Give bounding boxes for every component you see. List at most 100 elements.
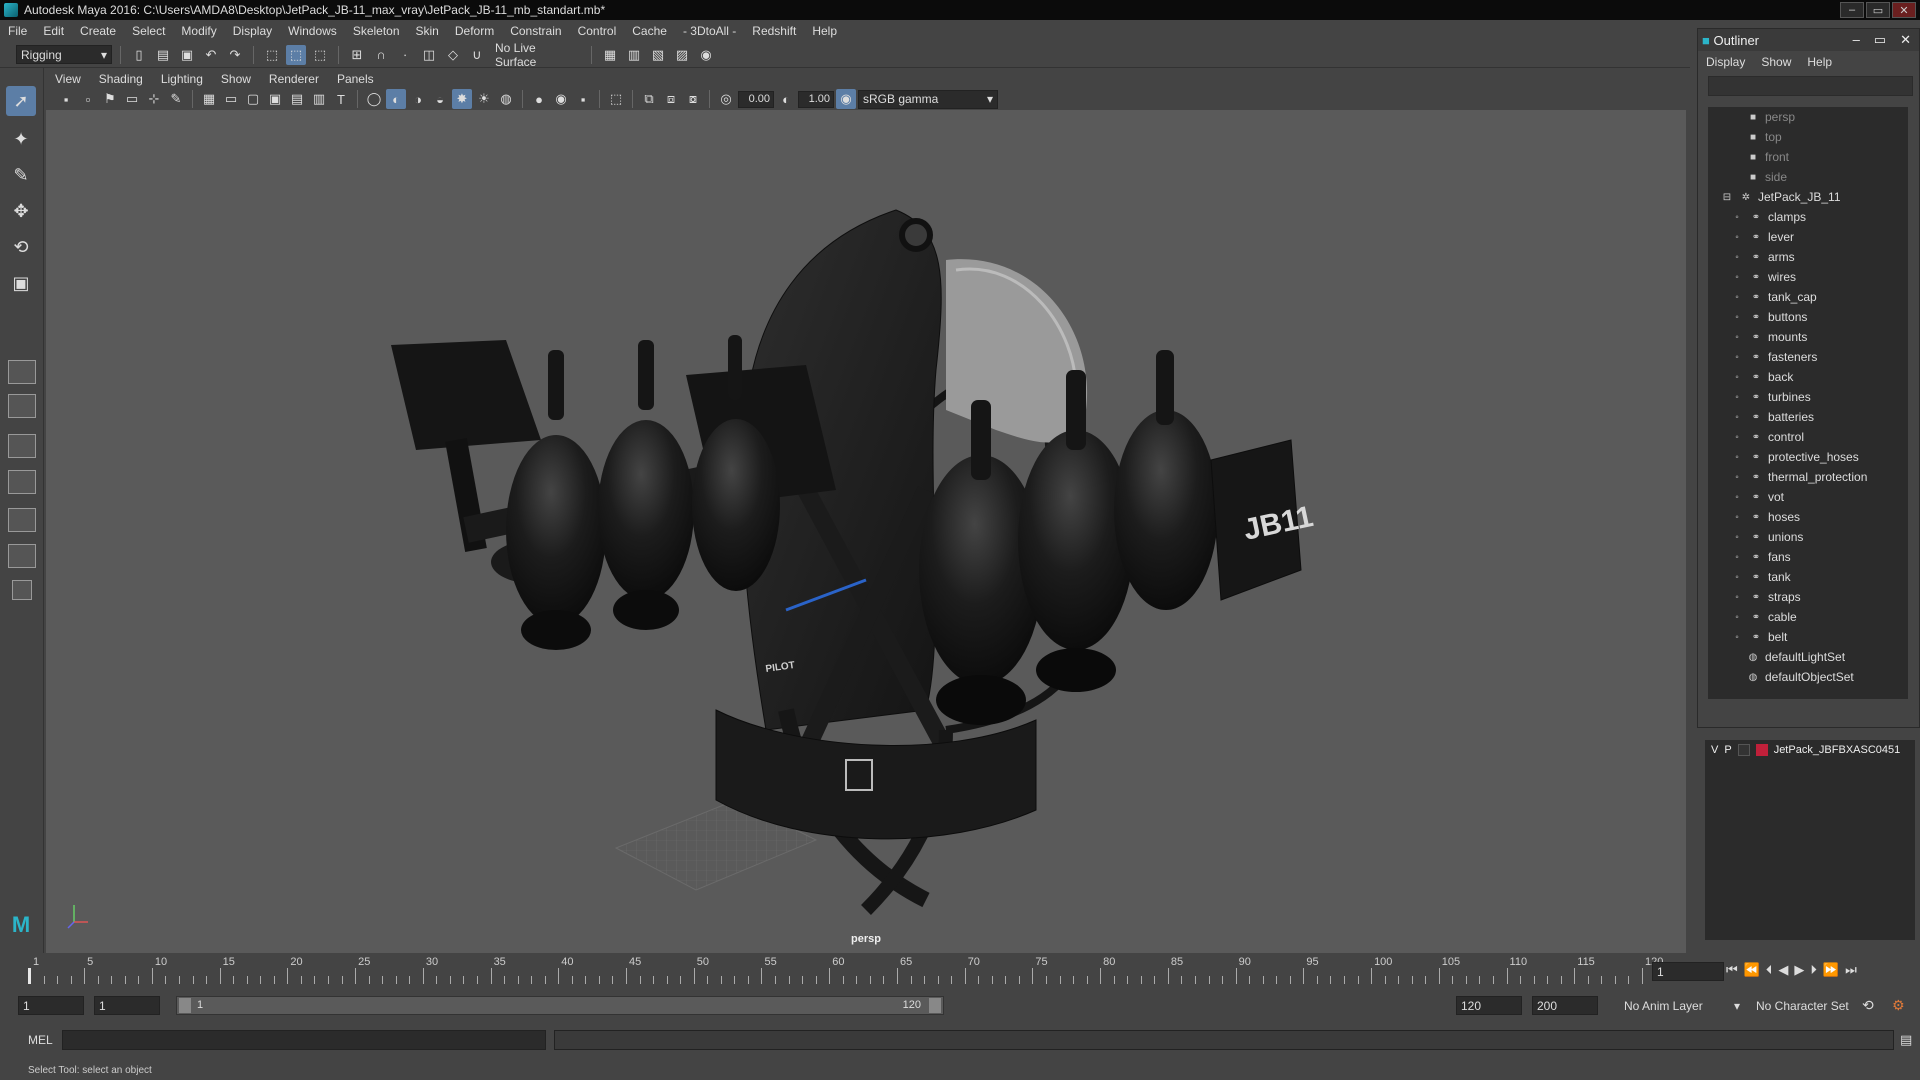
range-slider[interactable]: 1 120 [176,996,944,1015]
use-all-lights-icon[interactable]: ✸ [452,89,472,109]
new-scene-icon[interactable]: ▯ [129,45,149,65]
tree-branch-icon[interactable]: ◦ [1730,370,1744,384]
outliner-item[interactable]: ◦ ⚭ belt [1708,627,1908,647]
outliner-item[interactable]: ◦ ⚭ wires [1708,267,1908,287]
outliner-item[interactable]: ◦ ⚭ hoses [1708,507,1908,527]
tree-branch-icon[interactable]: ◦ [1730,250,1744,264]
select-component-icon[interactable]: ⬚ [310,45,330,65]
scale-tool-icon[interactable]: ▣ [6,268,36,298]
tree-branch-icon[interactable]: ◦ [1730,450,1744,464]
persp-outliner-layout-icon[interactable] [8,434,36,458]
outliner-item[interactable]: ◦ ⚭ fans [1708,547,1908,567]
hypershade-layout-icon[interactable] [8,508,36,532]
layer-row[interactable]: V P JetPack_JBFBXASC0451 [1705,740,1915,760]
resolution-gate-icon[interactable]: ▢ [243,89,263,109]
step-forward-key-icon[interactable]: ⏵ [1810,962,1817,978]
range-end-handle[interactable] [929,998,941,1013]
outliner-item[interactable]: ◦ ⚭ mounts [1708,327,1908,347]
tree-branch-icon[interactable]: ◦ [1730,530,1744,544]
depth-of-field-icon[interactable]: ▪ [573,89,593,109]
tree-branch-icon[interactable]: ◦ [1730,490,1744,504]
range-start-handle[interactable] [179,998,191,1013]
close-icon[interactable]: ✕ [1900,32,1911,48]
grid-toggle-icon[interactable]: ▦ [199,89,219,109]
panel-menu-item[interactable]: Shading [90,72,152,86]
wireframe-icon[interactable]: ◯ [364,89,384,109]
anim-layer-dropdown[interactable]: No Anim Layer ▾ [1620,996,1744,1015]
tree-branch-icon[interactable]: ◦ [1730,470,1744,484]
outliner-item[interactable]: ◦ ⚭ unions [1708,527,1908,547]
four-view-layout-icon[interactable] [8,394,36,418]
outliner-item[interactable]: ◍ defaultObjectSet [1708,667,1908,687]
menu-set-dropdown[interactable]: Rigging ▾ [16,45,112,64]
camera-attributes-icon[interactable]: ▫ [78,89,98,109]
menu-item[interactable]: Display [225,24,280,38]
undo-icon[interactable]: ↶ [201,45,221,65]
tree-branch-icon[interactable]: ◦ [1730,550,1744,564]
color-management-icon[interactable]: ◉ [836,89,856,109]
outliner-item[interactable]: ◦ ⚭ thermal_protection [1708,467,1908,487]
view-transform-dropdown[interactable]: sRGB gamma ▾ [858,89,998,109]
shadows-icon[interactable]: ☀ [474,89,494,109]
step-forward-icon[interactable]: ⏩ [1823,962,1839,978]
end-time-field[interactable]: 200 [1532,996,1598,1015]
snap-curve-icon[interactable]: ∩ [371,45,391,65]
outliner-item[interactable]: ◦ ⚭ batteries [1708,407,1908,427]
select-tool-icon[interactable]: ➚ [6,86,36,116]
menu-item[interactable]: Skin [408,24,447,38]
field-chart-icon[interactable]: ▤ [287,89,307,109]
magnet-icon[interactable]: ∪ [467,45,487,65]
single-perspective-layout-icon[interactable] [8,360,36,384]
rotate-tool-icon[interactable]: ⟲ [6,232,36,262]
2d-pan-zoom-icon[interactable]: ⊹ [144,89,164,109]
outliner-item[interactable]: ◦ ⚭ back [1708,367,1908,387]
smooth-shade-icon[interactable]: ◐ [386,89,406,109]
panel-menu-item[interactable]: View [46,72,90,86]
outliner-item[interactable]: ◦ ⚭ arms [1708,247,1908,267]
menu-item[interactable]: Modify [173,24,224,38]
layer-playback-toggle[interactable]: P [1724,744,1731,756]
tree-branch-icon[interactable]: ◦ [1730,390,1744,404]
snap-grid-icon[interactable]: ⊞ [347,45,367,65]
outliner-menu-item[interactable]: Show [1753,55,1799,69]
tree-branch-icon[interactable]: ◦ [1730,430,1744,444]
outliner-item[interactable]: ◦ ⚭ cable [1708,607,1908,627]
layer-color-swatch[interactable] [1755,744,1768,756]
exposure-field[interactable]: 0.00 [738,90,774,108]
tree-branch-icon[interactable]: ◦ [1730,270,1744,284]
time-ruler[interactable]: 1 5 10 15 20 25 30 35 40 45 50 55 60 65 70 75 80 85 90 95 10… [28,956,1663,986]
start-time-field[interactable]: 1 [18,996,84,1015]
menu-item[interactable]: - 3DtoAll - [675,24,744,38]
hypershade-icon[interactable]: ◉ [696,45,716,65]
panel-menu-item[interactable]: Renderer [260,72,328,86]
outliner-item[interactable]: ◦ ⚭ protective_hoses [1708,447,1908,467]
save-scene-icon[interactable]: ▣ [177,45,197,65]
snap-view-icon[interactable]: ◫ [419,45,439,65]
playback-start-field[interactable]: 1 [94,996,160,1015]
tree-branch-icon[interactable]: ◦ [1730,410,1744,424]
safe-action-icon[interactable]: ▥ [309,89,329,109]
panel-menu-item[interactable]: Lighting [152,72,212,86]
bookmarks-icon[interactable]: ⚑ [100,89,120,109]
tree-branch-icon[interactable]: ◦ [1730,590,1744,604]
safe-title-icon[interactable]: T [331,89,351,109]
tree-branch-icon[interactable]: ◦ [1730,330,1744,344]
paint-select-tool-icon[interactable]: ✎ [6,160,36,190]
ipr-render-icon[interactable]: ▨ [672,45,692,65]
snap-surface-icon[interactable]: ◇ [443,45,463,65]
isolate-select-icon[interactable]: ⬚ [606,89,626,109]
menu-item[interactable]: Windows [280,24,345,38]
lasso-tool-icon[interactable]: ✦ [6,124,36,154]
character-set-dropdown[interactable]: No Character Set [1752,996,1860,1015]
menu-item[interactable]: Help [804,24,845,38]
maximize-button[interactable]: ▭ [1866,2,1890,18]
outliner-item[interactable]: ◦ ⚭ turbines [1708,387,1908,407]
image-plane-icon[interactable]: ▭ [122,89,142,109]
layer-type-box[interactable] [1737,744,1750,756]
tree-branch-icon[interactable]: ◦ [1730,570,1744,584]
tree-branch-icon[interactable]: ◦ [1730,230,1744,244]
outliner-item[interactable]: ◦ ⚭ tank_cap [1708,287,1908,307]
outliner-item[interactable]: ◦ ⚭ lever [1708,227,1908,247]
outliner-item[interactable]: ◦ ⚭ straps [1708,587,1908,607]
outliner-item[interactable]: ◍ defaultLightSet [1708,647,1908,667]
